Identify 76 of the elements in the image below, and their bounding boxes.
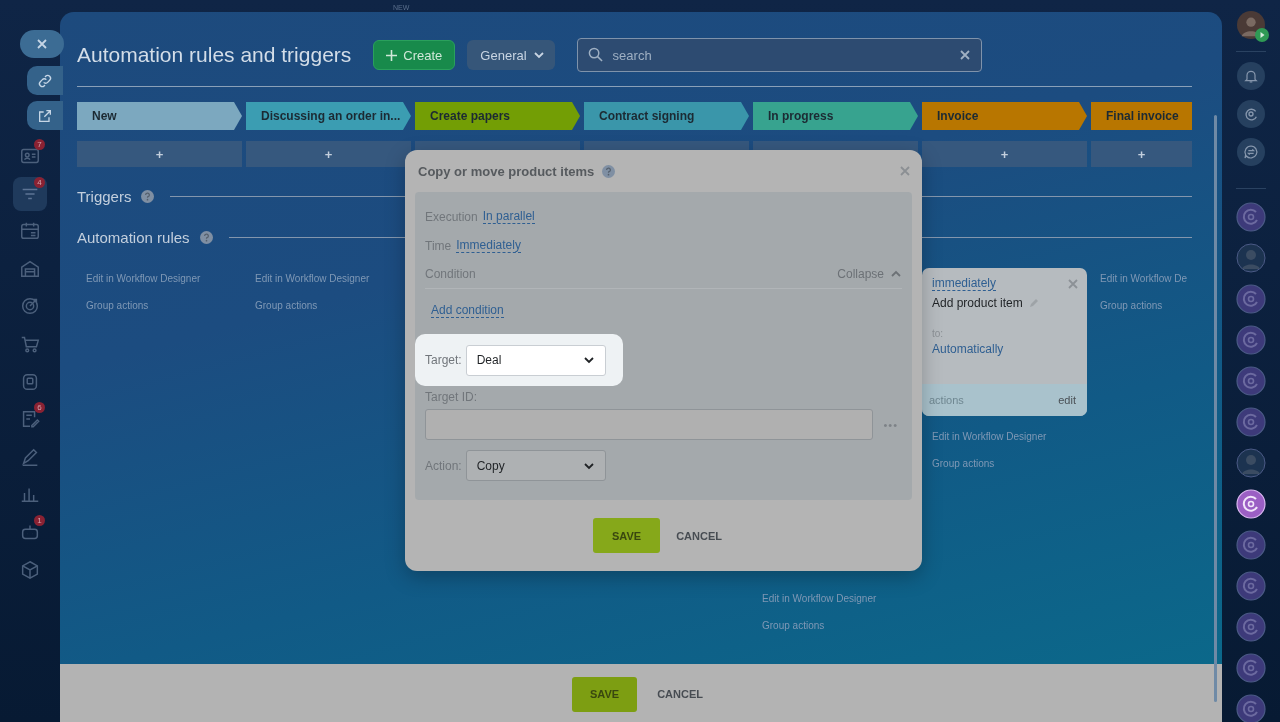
target-id-field[interactable] (425, 409, 874, 440)
sidebar-item[interactable]: 7 (13, 139, 47, 173)
scrollbar[interactable] (1214, 115, 1217, 702)
target-link[interactable]: Automatically (932, 342, 1077, 356)
play-icon[interactable] (1255, 28, 1269, 42)
field-value-link[interactable]: Immediately (456, 238, 521, 253)
stage-tab[interactable]: Final invoice (1091, 102, 1192, 130)
add-trigger-button[interactable]: + (922, 141, 1087, 167)
stage-tab[interactable]: Discussing an order in... (246, 102, 411, 130)
chevron-down-icon (582, 354, 595, 366)
actions-label: actions (929, 394, 964, 406)
notification-badge: 6 (34, 402, 45, 414)
close-button[interactable] (20, 30, 64, 58)
workflow-link[interactable]: Edit in Workflow Designer (255, 272, 370, 285)
stage-tab[interactable]: Create papers (415, 102, 580, 130)
target-select[interactable]: Deal (465, 344, 606, 376)
field-value-link[interactable]: In parallel (482, 209, 535, 224)
chat-swap-icon (1243, 144, 1259, 160)
help-icon[interactable] (141, 189, 155, 203)
page-title: Automation rules and triggers (77, 43, 352, 67)
sidebar-item[interactable]: 4 (13, 176, 47, 211)
cube-icon (19, 558, 41, 581)
help-icon[interactable] (199, 230, 213, 244)
workflow-link[interactable]: Group actions (255, 299, 318, 312)
notification-badge: 4 (34, 176, 45, 188)
save-button[interactable]: SAVE (593, 518, 661, 553)
cancel-button[interactable]: CANCEL (672, 529, 726, 542)
edit-link[interactable]: edit (1058, 394, 1076, 406)
plus-icon (386, 49, 398, 61)
sidebar-item[interactable]: 1 (13, 514, 47, 549)
add-trigger-button[interactable]: + (246, 141, 411, 167)
create-button[interactable]: Create (373, 40, 456, 70)
chevron-down-icon (532, 49, 545, 61)
time-link[interactable]: immediately (932, 276, 997, 291)
section-title: Triggers (77, 187, 132, 205)
stage-tab[interactable]: In progress (753, 102, 918, 130)
open-external-button[interactable] (27, 101, 63, 130)
field-label: Target: (425, 353, 462, 367)
workflow-link[interactable]: Edit in Workflow Designer (86, 272, 201, 285)
workflow-link[interactable]: Group actions (932, 457, 995, 470)
bell-button[interactable] (1237, 62, 1265, 90)
bell-icon (1243, 68, 1259, 84)
external-link-icon (37, 107, 53, 124)
workflow-link[interactable]: Edit in Workflow Designer (932, 430, 1047, 443)
spiral-icon (1243, 106, 1259, 122)
cancel-button[interactable]: CANCEL (653, 688, 707, 700)
section-title: Automation rules (77, 228, 190, 246)
close-icon[interactable] (959, 50, 970, 60)
search-field[interactable]: search (576, 38, 982, 72)
notification-badge: 7 (34, 139, 45, 150)
link-icon (37, 72, 53, 89)
workflow-link[interactable]: Edit in Workflow De (1100, 272, 1188, 285)
search-icon (587, 47, 603, 62)
add-trigger-button[interactable]: + (1091, 141, 1192, 167)
stage-tab[interactable]: New (77, 102, 242, 130)
workflow-link[interactable]: Edit in Workflow Designer (762, 592, 877, 605)
add-trigger-button[interactable]: + (77, 141, 242, 167)
stage-tab[interactable]: Contract signing (584, 102, 749, 130)
help-icon[interactable] (602, 164, 616, 178)
channel-avatar[interactable] (1236, 489, 1266, 519)
collapse-toggle[interactable]: Collapse (837, 267, 902, 281)
channel-button[interactable] (1237, 100, 1265, 128)
workflow-link[interactable]: Group actions (762, 619, 825, 632)
action-select[interactable]: Copy (465, 450, 606, 481)
add-condition-link[interactable]: Add condition (431, 303, 504, 318)
dialog-title: Copy or move product items (418, 163, 595, 179)
link-button[interactable] (27, 66, 63, 95)
workflow-link[interactable]: Group actions (1100, 299, 1163, 312)
chat-button[interactable] (1237, 138, 1265, 166)
workflow-link[interactable]: Group actions (86, 299, 149, 312)
sidebar-item[interactable]: 6 (13, 402, 47, 437)
notification-badge: 1 (34, 514, 45, 526)
rule-title: Add product item (932, 296, 1023, 310)
stage-tab[interactable]: Invoice (922, 102, 1087, 130)
category-dropdown[interactable]: General (467, 40, 555, 70)
save-button[interactable]: SAVE (572, 676, 638, 712)
